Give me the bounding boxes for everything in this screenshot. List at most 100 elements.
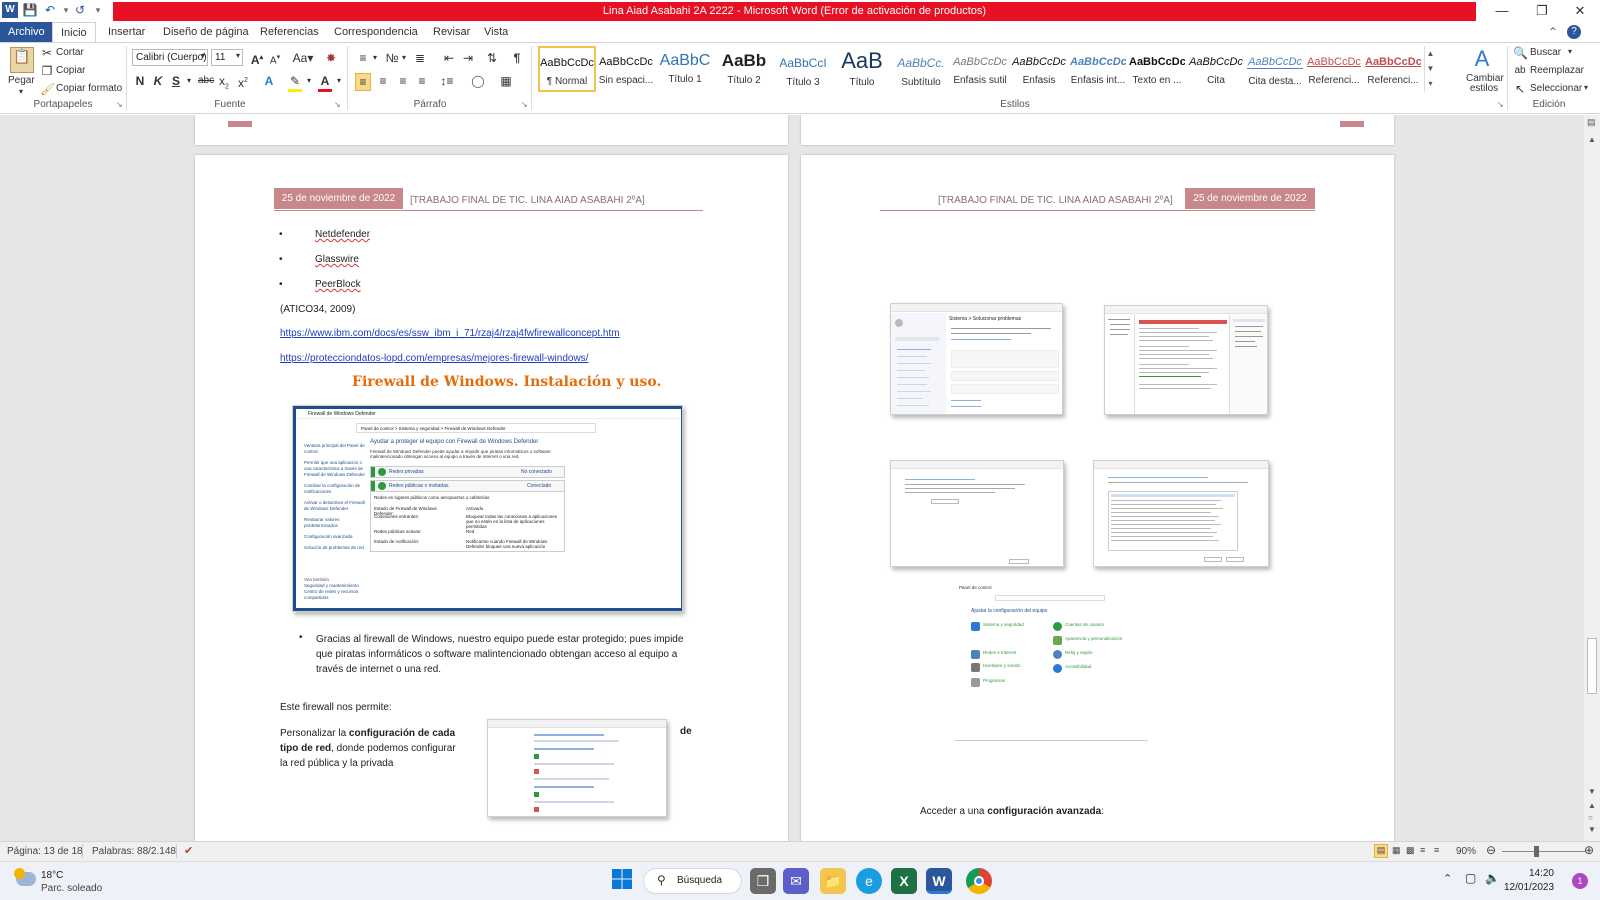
page-14[interactable]: [TRABAJO FINAL DE TIC. LINA AIAD ASABAHI… xyxy=(801,155,1394,841)
word-taskbar-icon[interactable]: W xyxy=(926,868,952,894)
excel-icon[interactable]: X xyxy=(891,868,917,894)
multilevel-list-icon[interactable]: ≣ xyxy=(411,50,429,66)
outline-icon[interactable]: ≡ xyxy=(1420,845,1425,855)
close-button[interactable]: ✕ xyxy=(1558,0,1600,22)
weather-cloud-icon[interactable] xyxy=(14,868,36,886)
ibm-link[interactable]: https://www.ibm.com/docs/es/ssw_ibm_i_71… xyxy=(280,328,620,339)
style-titulo-2[interactable]: AaBb Título 2 xyxy=(715,46,773,92)
notification-badge[interactable]: 1 xyxy=(1572,873,1588,889)
full-screen-reading-icon[interactable]: ▦ xyxy=(1392,845,1401,856)
ruler-toggle-icon[interactable]: ▤ xyxy=(1587,117,1596,128)
underline-icon[interactable]: S xyxy=(170,73,182,89)
zoom-out-icon[interactable]: ⊖ xyxy=(1486,843,1496,857)
cut-icon[interactable]: ✂ xyxy=(40,45,54,61)
italic-icon[interactable]: K xyxy=(152,73,164,89)
tab-archivo[interactable]: Archivo xyxy=(0,22,53,42)
change-styles-icon[interactable]: A xyxy=(1470,46,1494,72)
highlight-dropdown-icon[interactable]: ▾ xyxy=(304,73,314,89)
edge-icon[interactable]: e xyxy=(856,868,882,894)
collapse-ribbon-icon[interactable]: ⌃ xyxy=(1548,25,1558,39)
cut-button[interactable]: Cortar xyxy=(56,47,84,58)
align-left-icon[interactable]: ≡ xyxy=(355,73,371,91)
change-styles-button[interactable]: Cambiar estilos xyxy=(1466,74,1504,94)
select-dropdown-icon[interactable]: ▾ xyxy=(1584,83,1588,92)
minimize-button[interactable]: — xyxy=(1480,0,1524,22)
copy-icon[interactable]: ❐ xyxy=(40,63,54,79)
align-right-icon[interactable]: ≡ xyxy=(395,73,411,89)
replace-button[interactable]: Reemplazar xyxy=(1530,65,1584,76)
grow-font-icon[interactable]: A▴ xyxy=(250,50,264,68)
word-count[interactable]: Palabras: 88/2.148 xyxy=(92,846,176,857)
styles-launcher-icon[interactable]: ↘ xyxy=(1497,100,1504,109)
underline-dropdown-icon[interactable]: ▾ xyxy=(184,73,194,89)
zoom-slider[interactable] xyxy=(1502,851,1586,852)
paste-icon[interactable]: 📋 xyxy=(10,47,34,73)
weather-desc[interactable]: Parc. soleado xyxy=(41,883,102,894)
style-titulo-1[interactable]: AaBbC Título 1 xyxy=(656,46,714,92)
bullets-dropdown-icon[interactable]: ▾ xyxy=(370,50,380,66)
public-networks-row[interactable]: Redes públicas o invitadas Conectado xyxy=(370,480,565,492)
scroll-down-icon[interactable]: ▼ xyxy=(1588,787,1596,796)
format-painter-icon[interactable]: 🖌 xyxy=(40,81,55,97)
strikethrough-icon[interactable]: abc xyxy=(198,73,214,89)
next-page-icon[interactable]: ▼ xyxy=(1588,825,1596,834)
style-enfasis-intenso[interactable]: AaBbCcDc Énfasis int... xyxy=(1069,46,1127,92)
subscript-icon[interactable]: x2 xyxy=(218,73,230,95)
select-button[interactable]: Seleccionar xyxy=(1530,83,1582,94)
style-enfasis[interactable]: AaBbCcDc Énfasis xyxy=(1010,46,1068,92)
paste-dropdown-icon[interactable]: ▾ xyxy=(19,87,23,96)
save-icon[interactable]: 💾 xyxy=(22,2,38,18)
style-sin-espaciado[interactable]: AaBbCcDc Sin espaci... xyxy=(597,46,655,92)
chrome-icon[interactable] xyxy=(966,868,992,894)
zoom-slider-thumb[interactable] xyxy=(1534,846,1539,857)
undo-icon[interactable]: ↶ xyxy=(42,2,58,18)
tab-inicio[interactable]: Inicio xyxy=(52,22,96,43)
font-name-select[interactable]: Calibri (Cuerpo) xyxy=(132,49,208,66)
show-hidden-icons[interactable]: ⌃ xyxy=(1443,872,1452,885)
windows-start-icon[interactable] xyxy=(609,868,635,894)
vertical-scrollbar[interactable]: ▤ ▲ ▼ ▲ ○ ▼ xyxy=(1584,115,1600,841)
tab-referencias[interactable]: Referencias xyxy=(252,22,327,42)
web-layout-icon[interactable]: ▩ xyxy=(1406,845,1415,856)
task-view-icon[interactable]: ❐ xyxy=(750,868,776,894)
select-icon[interactable]: ↖ xyxy=(1513,81,1527,97)
private-networks-row[interactable]: Redes privadas No conectado xyxy=(370,466,565,478)
tab-correspondencia[interactable]: Correspondencia xyxy=(326,22,426,42)
align-center-icon[interactable]: ≡ xyxy=(375,73,391,89)
shrink-font-icon[interactable]: A▾ xyxy=(268,50,282,69)
style-titulo-3[interactable]: AaBbCcI Título 3 xyxy=(774,46,832,92)
increase-indent-icon[interactable]: ⇥ xyxy=(460,50,476,66)
lopd-link[interactable]: https://protecciondatos-lopd.com/empresa… xyxy=(280,353,588,364)
style-enfasis-sutil[interactable]: AaBbCcDc Énfasis sutil xyxy=(951,46,1009,92)
copy-button[interactable]: Copiar xyxy=(56,65,85,76)
clipboard-launcher-icon[interactable]: ↘ xyxy=(116,100,123,109)
page-count[interactable]: Página: 13 de 18 xyxy=(7,846,83,857)
superscript-icon[interactable]: x2 xyxy=(237,73,249,91)
paragraph-launcher-icon[interactable]: ↘ xyxy=(521,100,528,109)
tab-revisar[interactable]: Revisar xyxy=(425,22,478,42)
font-size-dropdown-icon[interactable]: ▾ xyxy=(236,51,240,60)
styles-gallery-scroll[interactable]: ▲ ▼ ▾ xyxy=(1424,46,1436,92)
previous-page-icon[interactable]: ▲ xyxy=(1588,801,1596,810)
clock-date[interactable]: 12/01/2023 xyxy=(1504,882,1554,893)
draft-icon[interactable]: ≡ xyxy=(1434,845,1439,855)
style-texto-en-negrita[interactable]: AaBbCcDc Texto en ... xyxy=(1128,46,1186,92)
find-icon[interactable]: 🔍 xyxy=(1513,45,1528,61)
find-button[interactable]: Buscar xyxy=(1530,47,1561,58)
font-color-icon[interactable]: A xyxy=(318,73,332,92)
style-referencia-sutil[interactable]: AaBbCcDc Referenci... xyxy=(1305,46,1363,92)
document-area[interactable]: 25 de noviembre de 2022 [TRABAJO FINAL D… xyxy=(0,115,1584,841)
print-layout-icon[interactable]: ▤ xyxy=(1374,844,1388,858)
file-explorer-icon[interactable]: 📁 xyxy=(820,868,846,894)
redo-icon[interactable]: ↺ xyxy=(72,2,88,18)
bold-icon[interactable]: N xyxy=(134,73,146,89)
zoom-in-icon[interactable]: ⊕ xyxy=(1584,843,1594,857)
shading-icon[interactable]: ◯ xyxy=(470,73,486,89)
font-color-dropdown-icon[interactable]: ▾ xyxy=(334,73,344,89)
format-painter-button[interactable]: Copiar formato xyxy=(56,83,122,94)
browse-object-icon[interactable]: ○ xyxy=(1588,813,1593,822)
clock-time[interactable]: 14:20 xyxy=(1512,868,1554,879)
style-normal[interactable]: AaBbCcDc ¶ Normal xyxy=(538,46,596,92)
volume-muted-icon[interactable]: 🔈 xyxy=(1485,871,1500,885)
weather-temp[interactable]: 18°C xyxy=(41,870,63,881)
